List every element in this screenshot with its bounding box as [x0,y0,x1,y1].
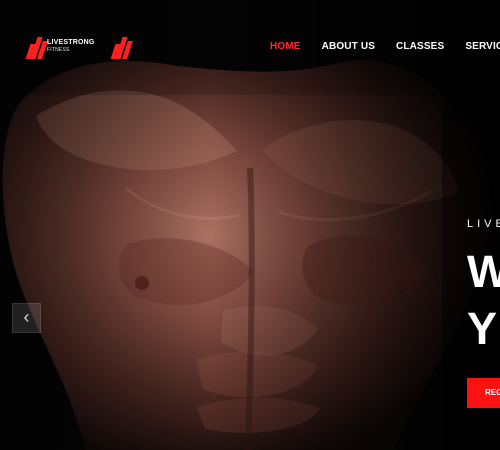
register-button[interactable]: REG [467,378,500,408]
nav-about-us-link[interactable]: ABOUT US [322,41,375,52]
hero-eyebrow: LIVE [467,218,500,230]
livestrong-fitness-logo[interactable]: LIVESTRONG FITNESS [25,31,133,61]
hero-screen: LIVESTRONG FITNESS HOME ABOUT US CLASSES… [0,0,500,450]
top-menu: HOME ABOUT US CLASSES SERVICES C [270,38,500,54]
logo-text: LIVESTRONG FITNESS [47,39,117,53]
chevron-left-icon: ‹ [23,307,30,327]
logo-subtitle: FITNESS [47,47,70,53]
nav-home-link[interactable]: HOME [270,41,301,52]
nav-services-link[interactable]: SERVICES [465,41,500,52]
dumbbell-left-icon [25,33,48,59]
dumbbell-right-icon [110,33,133,59]
hero-headline-line-2: Y [467,303,498,354]
hero-headline-line-1: W [467,246,500,297]
logo-brand: LIVESTRONG [47,39,95,46]
main-navigation: LIVESTRONG FITNESS HOME ABOUT US CLASSES… [0,0,500,90]
nav-classes-link[interactable]: CLASSES [396,41,444,52]
previous-slide-button[interactable]: ‹ [12,303,41,333]
